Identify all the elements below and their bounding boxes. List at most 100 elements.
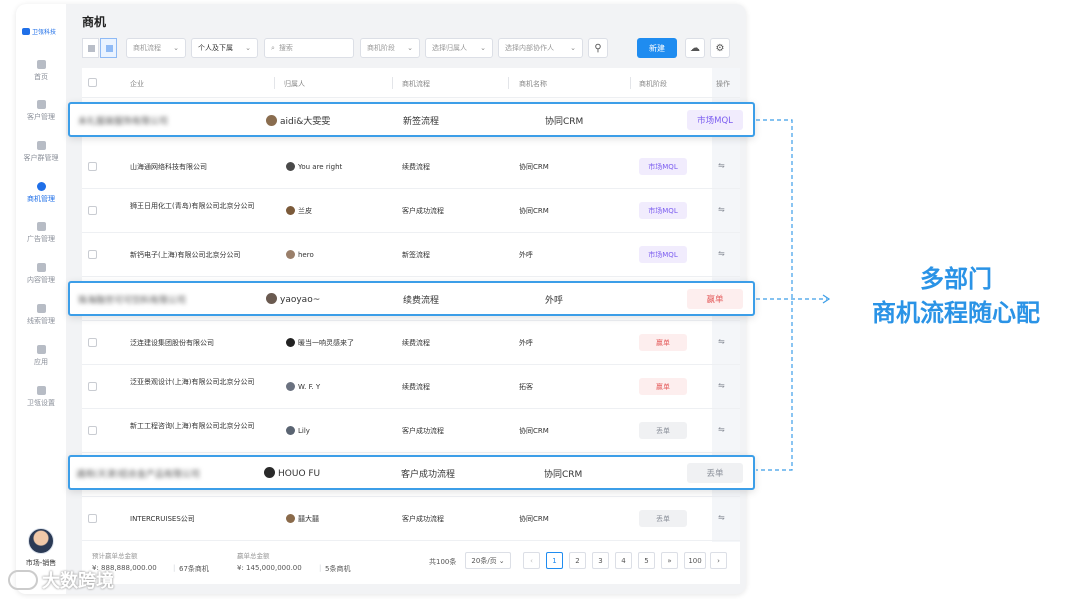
transfer-icon[interactable]: ⇋ — [718, 205, 725, 214]
list-view-button[interactable] — [100, 38, 117, 58]
company-cell[interactable]: 泛亚景观设计(上海)有限公司北京分公司 — [130, 376, 265, 388]
company-cell[interactable]: 通用(天津)铝合金产品有限公司 — [76, 467, 200, 480]
jump-more-button[interactable]: » — [661, 552, 678, 569]
chevron-left-icon: ‹ — [530, 556, 533, 565]
row-checkbox[interactable] — [88, 162, 97, 171]
collaborator-filter[interactable]: 选择内部协作人 ⌄ — [498, 38, 583, 58]
gear-icon: ⚙ — [715, 42, 725, 54]
sidebar-item-customers[interactable]: 客户管理 — [16, 100, 66, 122]
owner-cell: 囍大囍 — [286, 514, 319, 524]
opportunity-name-cell[interactable]: 外呼 — [545, 293, 563, 306]
opportunity-name-cell[interactable]: 协同CRM — [545, 114, 583, 127]
highlighted-row[interactable]: 通用(天津)铝合金产品有限公司 HOUO FU 客户成功流程 协同CRM 丢单 — [68, 455, 755, 490]
page-button[interactable]: 5 — [638, 552, 655, 569]
opportunity-name-cell[interactable]: 外呼 — [519, 338, 533, 348]
advanced-filter-button[interactable]: ⚲ — [588, 38, 608, 58]
avatar — [286, 250, 295, 259]
opportunity-name-cell[interactable]: 协同CRM — [519, 162, 549, 172]
process-cell: 客户成功流程 — [402, 515, 444, 523]
page-size-select[interactable]: 20条/页 ⌄ — [465, 552, 511, 569]
table-row[interactable]: INTERCRUISES公司 囍大囍 客户成功流程 协同CRM 丢单 ⇋ — [82, 497, 740, 541]
company-cell[interactable]: 狮王日用化工(青岛)有限公司北京分公司 — [130, 200, 265, 212]
watermark: 大数跨境 — [8, 567, 114, 593]
sidebar-item-content[interactable]: 内容管理 — [16, 263, 66, 285]
opportunity-name-cell[interactable]: 拓客 — [519, 382, 533, 392]
row-checkbox[interactable] — [88, 250, 97, 259]
opportunity-name-cell[interactable]: 协同CRM — [519, 426, 549, 436]
transfer-icon[interactable]: ⇋ — [718, 425, 725, 434]
transfer-icon[interactable]: ⇋ — [718, 337, 725, 346]
stage-filter[interactable]: 商机阶段 ⌄ — [360, 38, 420, 58]
row-checkbox[interactable] — [88, 426, 97, 435]
company-cell[interactable]: 未礼服装服饰有限公司 — [78, 114, 168, 127]
brand-name: 卫瓴科技 — [32, 29, 57, 36]
chevron-down-icon: ⌄ — [498, 556, 505, 565]
process-filter[interactable]: 商机流程 ⌄ — [126, 38, 186, 58]
stage-badge: 市场MQL — [687, 110, 743, 130]
owner-scope-filter[interactable]: 个人及下属 ⌄ — [191, 38, 258, 58]
table-row[interactable]: 狮王日用化工(青岛)有限公司北京分公司 兰皮 客户成功流程 协同CRM 市场MQ… — [82, 189, 740, 233]
table-row[interactable]: 山海通网络科技有限公司 You are right 续费流程 协同CRM 市场M… — [82, 145, 740, 189]
row-checkbox[interactable] — [88, 514, 97, 523]
company-cell[interactable]: INTERCRUISES公司 — [130, 514, 195, 524]
owner-cell: hero — [286, 250, 314, 259]
page-button[interactable]: 4 — [615, 552, 632, 569]
column-divider — [274, 77, 275, 89]
table-row[interactable]: 新钙电子(上海)有限公司北京分公司 hero 新签流程 外呼 市场MQL ⇋ — [82, 233, 740, 277]
company-cell[interactable]: 新钙电子(上海)有限公司北京分公司 — [130, 250, 240, 260]
header-name: 商机名称 — [519, 80, 547, 88]
owner-cell: W. F. Y — [286, 382, 320, 391]
highlighted-row[interactable]: 珠海融世可可饮料有限公司 yaoyao~ 续费流程 外呼 赢单 — [68, 281, 755, 316]
highlighted-row[interactable]: 未礼服装服饰有限公司 aidi&大雯雯 新签流程 协同CRM 市场MQL — [68, 102, 755, 137]
row-checkbox[interactable] — [88, 382, 97, 391]
page-button[interactable]: 2 — [569, 552, 586, 569]
table-row[interactable]: 新工工程咨询(上海)有限公司北京分公司 Lily 客户成功流程 协同CRM 丢单… — [82, 409, 740, 453]
next-page-button[interactable]: › — [710, 552, 727, 569]
opportunity-name-cell[interactable]: 协同CRM — [519, 514, 549, 524]
sidebar-item-opportunities[interactable]: 商机管理 — [16, 182, 66, 204]
owner-name: 暖当一响灵感来了 — [298, 339, 354, 347]
opportunity-name-cell[interactable]: 外呼 — [519, 250, 533, 260]
company-cell[interactable]: 新工工程咨询(上海)有限公司北京分公司 — [130, 420, 265, 432]
transfer-icon[interactable]: ⇋ — [718, 249, 725, 258]
sidebar-item-home[interactable]: 首页 — [16, 60, 66, 82]
sidebar-item-ads[interactable]: 广告管理 — [16, 222, 66, 244]
row-checkbox[interactable] — [88, 206, 97, 215]
sidebar-item-settings[interactable]: 卫瓴设置 — [16, 386, 66, 408]
process-cell: 客户成功流程 — [401, 470, 456, 480]
avatar — [286, 514, 295, 523]
transfer-icon[interactable]: ⇋ — [718, 513, 725, 522]
user-avatar[interactable] — [28, 528, 54, 554]
sidebar-item-leads[interactable]: 线索管理 — [16, 304, 66, 326]
assignee-filter-label: 选择归属人 — [432, 44, 467, 52]
company-cell[interactable]: 山海通网络科技有限公司 — [130, 162, 207, 172]
opportunity-name-cell[interactable]: 协同CRM — [544, 467, 582, 480]
transfer-icon[interactable]: ⇋ — [718, 381, 725, 390]
search-input[interactable]: ⌕ 搜索 — [264, 38, 354, 58]
row-checkbox[interactable] — [88, 338, 97, 347]
company-cell[interactable]: 珠海融世可可饮料有限公司 — [78, 293, 186, 306]
header-process: 商机流程 — [402, 80, 430, 88]
owner-name: W. F. Y — [298, 383, 321, 391]
prev-page-button[interactable]: ‹ — [523, 552, 540, 569]
settings-button[interactable]: ⚙ — [710, 38, 730, 58]
page-button[interactable]: 1 — [546, 552, 563, 569]
sidebar-item-label: 卫瓴设置 — [27, 399, 55, 407]
cloud-download-button[interactable]: ☁ — [685, 38, 705, 58]
process-cell: 新签流程 — [402, 251, 430, 259]
opportunity-name-cell[interactable]: 协同CRM — [519, 206, 549, 216]
company-cell[interactable]: 泛连建设集团股份有限公司 — [130, 338, 214, 348]
table-row[interactable]: 泛连建设集团股份有限公司 暖当一响灵感来了 续费流程 外呼 赢单 ⇋ — [82, 321, 740, 365]
new-opportunity-button[interactable]: 新建 — [637, 38, 677, 58]
owner-name: hero — [298, 251, 314, 259]
sidebar-item-customer-groups[interactable]: 客户群管理 — [16, 141, 66, 163]
grid-view-button[interactable] — [82, 38, 99, 58]
transfer-icon[interactable]: ⇋ — [718, 161, 725, 170]
page-button[interactable]: 3 — [592, 552, 609, 569]
assignee-filter[interactable]: 选择归属人 ⌄ — [425, 38, 493, 58]
forecast-count: 67条商机 — [179, 565, 209, 573]
sidebar-item-apps[interactable]: 应用 — [16, 345, 66, 367]
select-all-checkbox[interactable] — [88, 78, 97, 87]
table-row[interactable]: 泛亚景观设计(上海)有限公司北京分公司 W. F. Y 续费流程 拓客 赢单 ⇋ — [82, 365, 740, 409]
page-button[interactable]: 100 — [684, 552, 706, 569]
